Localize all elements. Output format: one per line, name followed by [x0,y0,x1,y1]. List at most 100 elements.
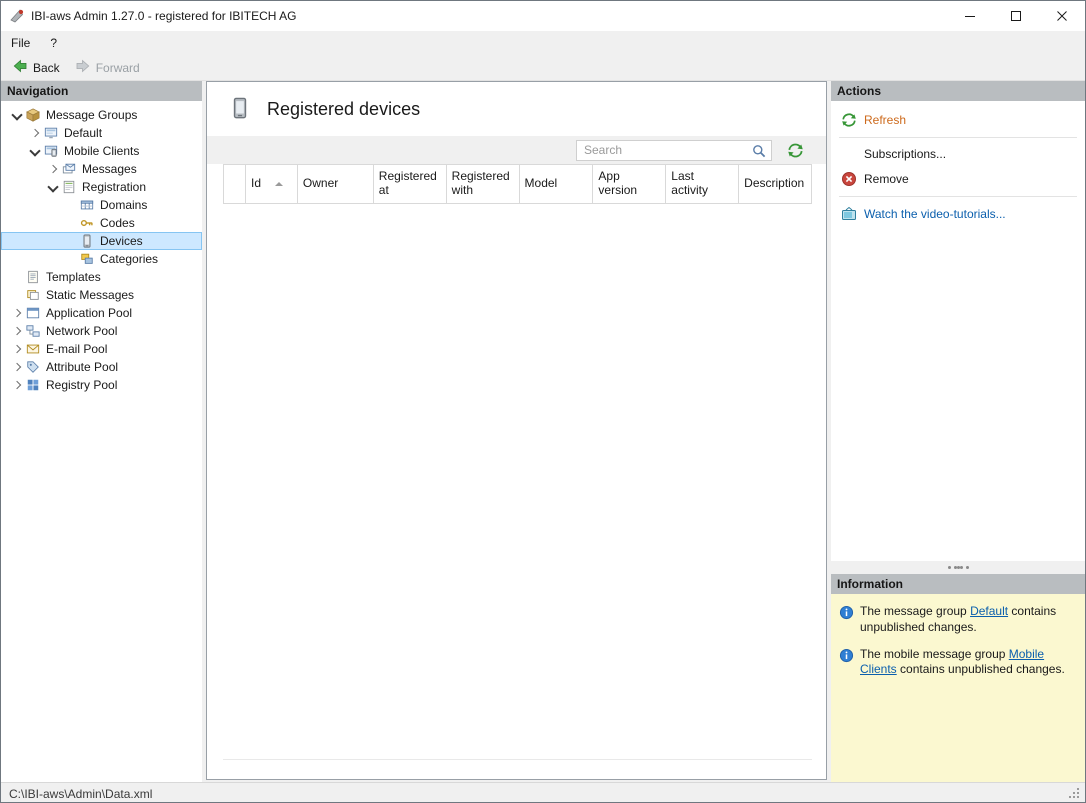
information-panel: The message group Default contains unpub… [831,594,1085,782]
tree-item-label: Default [61,126,105,140]
window-resize-grip[interactable] [1068,787,1082,801]
back-button[interactable]: Back [7,55,68,80]
application-pool-icon [25,305,41,321]
right-panel: Actions Refresh Subscriptions... [831,81,1085,782]
static-messages-icon [25,287,41,303]
tree-item-messages[interactable]: Messages [1,160,202,178]
action-refresh[interactable]: Refresh [831,107,1085,133]
forward-button[interactable]: Forward [70,55,148,80]
search-band [207,136,826,164]
splitter-grip-dots [957,566,960,569]
chevron-down-icon[interactable] [27,143,43,159]
info-text-prefix: The message group [860,604,970,618]
information-panel-header: Information [831,574,1085,594]
chevron-down-icon[interactable] [9,107,25,123]
chevron-right-icon[interactable] [27,125,43,141]
tree-item-label: Mobile Clients [61,144,142,158]
tree-item-label: Devices [97,234,146,248]
content-panel: Registered devices Id [206,81,827,780]
horizontal-splitter[interactable] [831,561,1085,574]
page-title: Registered devices [267,99,420,120]
tree-item-label: Templates [43,270,104,284]
info-icon [839,605,854,620]
navigation-panel: Navigation Message Groups Default [1,81,202,782]
chevron-placeholder [63,233,79,249]
back-label: Back [33,61,60,75]
app-icon [9,8,25,24]
chevron-right-icon[interactable] [9,323,25,339]
tree-item-static-messages[interactable]: Static Messages [1,286,202,304]
menu-help[interactable]: ? [40,33,67,53]
info-message: The message group Default contains unpub… [860,604,1077,636]
registration-icon [61,179,77,195]
window-title: IBI-aws Admin 1.27.0 - registered for IB… [31,9,947,23]
chevron-placeholder [9,287,25,303]
search-box [576,140,772,161]
mobile-clients-icon [43,143,59,159]
main-area: Navigation Message Groups Default [1,81,1085,782]
chevron-right-icon[interactable] [9,377,25,393]
tree-item-codes[interactable]: Codes [1,214,202,232]
table-header-id[interactable]: Id [246,165,298,203]
minimize-button[interactable] [947,1,993,31]
tree-item-templates[interactable]: Templates [1,268,202,286]
tree-item-label: Message Groups [43,108,140,122]
search-input[interactable] [577,142,771,159]
close-button[interactable] [1039,1,1085,31]
chevron-placeholder [9,269,25,285]
chevron-right-icon[interactable] [9,305,25,321]
tree-item-registration[interactable]: Registration [1,178,202,196]
maximize-button[interactable] [993,1,1039,31]
action-label: Watch the video-tutorials... [864,207,1006,221]
tree-item-label: Registration [79,180,149,194]
table-header-model[interactable]: Model [520,165,594,203]
action-subscriptions[interactable]: Subscriptions... [831,142,1085,166]
tree-item-label: Registry Pool [43,378,120,392]
tree-item-domains[interactable]: Domains [1,196,202,214]
remove-icon [841,171,857,187]
action-remove[interactable]: Remove [831,166,1085,192]
tree-item-network-pool[interactable]: Network Pool [1,322,202,340]
chevron-right-icon[interactable] [9,341,25,357]
table-header-app-version[interactable]: App version [593,165,666,203]
tree-item-label: Domains [97,198,150,212]
chevron-right-icon[interactable] [9,359,25,375]
tree-item-label: E-mail Pool [43,342,110,356]
refresh-icon [841,112,857,128]
table-header-last-activity[interactable]: Last activity [666,165,739,203]
tree-item-devices[interactable]: Devices [1,232,202,250]
tree-item-message-groups[interactable]: Message Groups [1,106,202,124]
info-message: The mobile message group Mobile Clients … [860,647,1077,679]
navigation-toolbar: Back Forward [1,55,1085,81]
tree-item-email-pool[interactable]: E-mail Pool [1,340,202,358]
devices-phone-icon [79,233,95,249]
tree-item-label: Messages [79,162,140,176]
search-icon[interactable] [751,143,767,159]
chevron-right-icon[interactable] [45,161,61,177]
table-header-registered-at[interactable]: Registered at [374,165,447,203]
refresh-icon-button[interactable] [786,141,804,159]
info-icon [839,648,854,663]
table-header-registered-with[interactable]: Registered with [447,165,520,203]
info-link-default[interactable]: Default [970,604,1008,618]
table-header-owner[interactable]: Owner [298,165,374,203]
registered-devices-icon [229,94,251,125]
tree-item-registry-pool[interactable]: Registry Pool [1,376,202,394]
chevron-placeholder [63,197,79,213]
network-pool-icon [25,323,41,339]
app-window: IBI-aws Admin 1.27.0 - registered for IB… [0,0,1086,803]
tree-item-default[interactable]: Default [1,124,202,142]
info-item: The mobile message group Mobile Clients … [839,647,1077,679]
tree-item-attribute-pool[interactable]: Attribute Pool [1,358,202,376]
info-text-prefix: The mobile message group [860,647,1009,661]
table-header-description[interactable]: Description [739,165,811,203]
chevron-down-icon[interactable] [45,179,61,195]
menu-file[interactable]: File [1,33,40,53]
categories-icon [79,251,95,267]
menu-bar: File ? [1,31,1085,55]
tree-item-application-pool[interactable]: Application Pool [1,304,202,322]
tree-item-categories[interactable]: Categories [1,250,202,268]
action-video-tutorials[interactable]: Watch the video-tutorials... [831,201,1085,227]
tree-item-mobile-clients[interactable]: Mobile Clients [1,142,202,160]
tree-item-label: Attribute Pool [43,360,121,374]
